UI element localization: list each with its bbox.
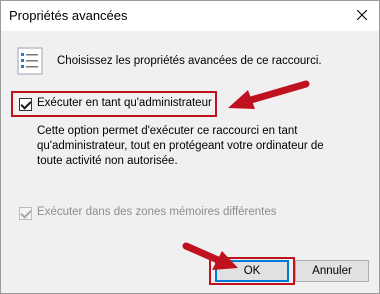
annotation-arrow-ok	[182, 242, 238, 270]
annotation-arrow-checkbox	[228, 80, 310, 109]
annotation-arrows	[182, 80, 310, 270]
